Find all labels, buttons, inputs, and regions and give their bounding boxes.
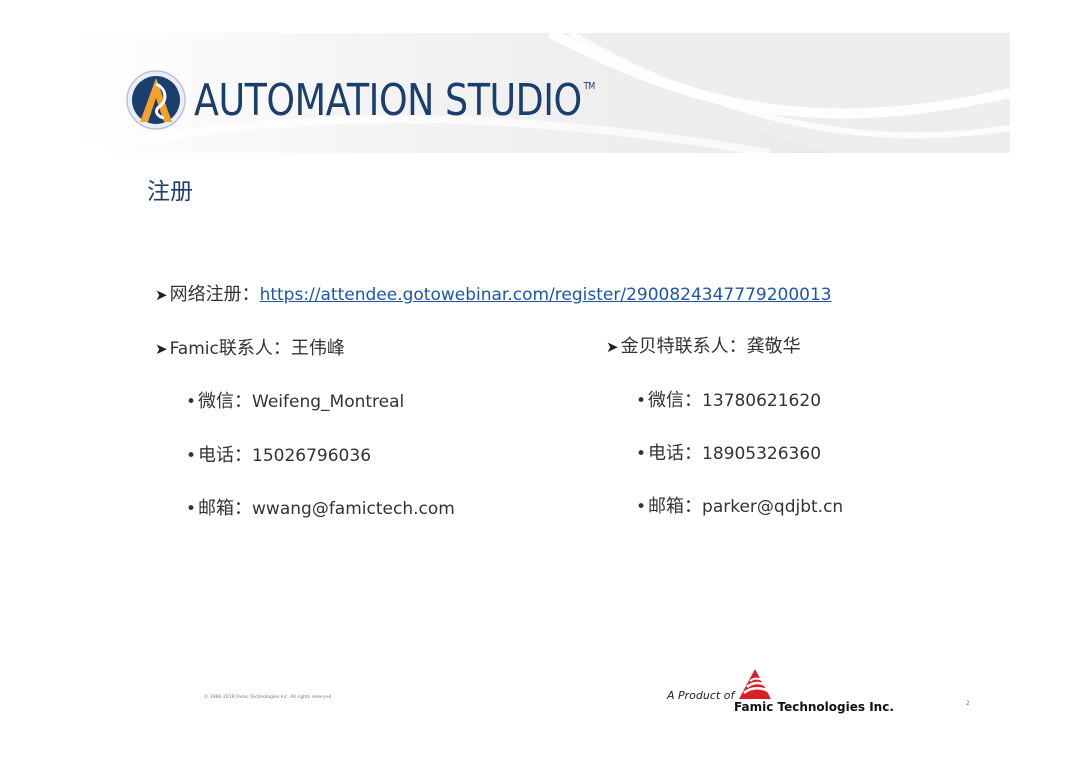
- registration-link[interactable]: https://attendee.gotowebinar.com/registe…: [260, 285, 832, 305]
- item-label: 微信：: [648, 390, 703, 411]
- item-value: 15026796036: [252, 446, 372, 466]
- automation-studio-emblem-icon: [126, 70, 186, 130]
- item-label: 微信：: [198, 391, 253, 412]
- contact-item-wechat: • 微信：13780621620: [636, 386, 821, 412]
- item-label: 邮箱：: [648, 496, 703, 517]
- bullet-dot-icon: •: [636, 391, 647, 411]
- brand-name: AUTOMATION STUDIO: [194, 74, 582, 126]
- item-label: 电话：: [198, 445, 253, 466]
- item-label: 邮箱：: [198, 498, 253, 519]
- bullet-dot-icon: •: [636, 497, 647, 517]
- contact-item-phone: • 电话：15026796036: [186, 441, 371, 467]
- item-value[interactable]: parker@qdjbt.cn: [702, 497, 843, 517]
- arrow-bullet-icon: ➤: [155, 340, 168, 358]
- item-value: Weifeng_Montreal: [252, 392, 405, 412]
- company-name: Famic Technologies Inc.: [734, 700, 894, 714]
- item-value: 18905326360: [702, 444, 822, 464]
- contact-item-email: • 邮箱：parker@qdjbt.cn: [636, 492, 843, 518]
- automation-studio-logo: AUTOMATION STUDIO TM: [126, 70, 630, 130]
- contact-item-phone: • 电话：18905326360: [636, 439, 821, 465]
- contact-item-wechat: • 微信：Weifeng_Montreal: [186, 387, 404, 413]
- contact-item-email: • 邮箱：wwang@famictech.com: [186, 494, 455, 520]
- contact-heading-famic: ➤ Famic联系人：王伟峰: [155, 334, 345, 360]
- registration-label: 网络注册：: [169, 284, 260, 305]
- contact-heading-jinbeite: ➤ 金贝特联系人：龚敬华: [606, 332, 801, 358]
- famic-logo-icon: [739, 669, 771, 699]
- contact-prefix: Famic: [169, 339, 219, 359]
- contact-heading: 金贝特联系人：龚敬华: [620, 336, 801, 357]
- copyright-notice: © 1986-2019 Famic Technologies Inc. All …: [204, 695, 332, 700]
- slide: AUTOMATION STUDIO TM 注册 ➤ 网络注册：https://att…: [0, 0, 1080, 763]
- registration-line: ➤ 网络注册：https://attendee.gotowebinar.com/r…: [155, 280, 832, 306]
- item-value: 13780621620: [702, 391, 822, 411]
- page-number: 2: [966, 700, 970, 707]
- contact-heading: 联系人：王伟峰: [218, 338, 345, 359]
- brand-wordmark: AUTOMATION STUDIO TM: [194, 75, 595, 126]
- item-value[interactable]: wwang@famictech.com: [252, 499, 455, 519]
- item-label: 电话：: [648, 443, 703, 464]
- product-of-label: A Product of: [667, 689, 735, 702]
- page-title: 注册: [147, 179, 193, 205]
- bullet-dot-icon: •: [186, 499, 197, 519]
- arrow-bullet-icon: ➤: [155, 286, 168, 304]
- trademark: TM: [583, 80, 596, 92]
- bullet-dot-icon: •: [186, 392, 197, 412]
- bullet-dot-icon: •: [186, 446, 197, 466]
- bullet-dot-icon: •: [636, 444, 647, 464]
- arrow-bullet-icon: ➤: [606, 338, 619, 356]
